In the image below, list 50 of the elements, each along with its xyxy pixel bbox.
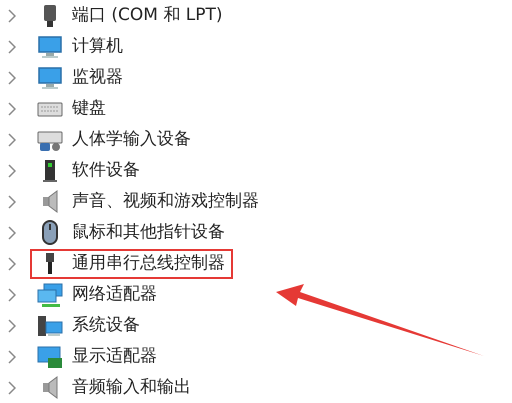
chevron-icon[interactable] [8, 350, 16, 364]
device-row[interactable]: 监视器 [30, 62, 131, 92]
chevron-icon[interactable] [8, 256, 16, 270]
chevron-icon[interactable] [8, 318, 16, 332]
device-icon [42, 220, 58, 245]
device-label: 系统设备 [72, 314, 140, 337]
device-row[interactable]: 软件设备 [30, 156, 148, 186]
device-label: 监视器 [72, 66, 123, 89]
chevron-icon[interactable] [8, 380, 16, 394]
device-label: 显示适配器 [72, 344, 157, 368]
device-row[interactable]: 键盘 [30, 94, 114, 124]
device-label: 软件设备 [72, 158, 140, 182]
device-label: 计算机 [72, 34, 123, 58]
device-row[interactable]: 人体学输入设备 [30, 124, 199, 154]
device-label: 端口 (COM 和 LPT) [72, 4, 223, 27]
device-row[interactable]: 鼠标和其他指针设备 [30, 218, 233, 248]
device-row[interactable]: 端口 (COM 和 LPT) [30, 0, 231, 30]
device-icon [42, 376, 58, 399]
chevron-icon[interactable] [8, 164, 16, 178]
chevron-icon[interactable] [8, 226, 16, 240]
device-icon [37, 282, 63, 306]
device-icon [43, 4, 57, 28]
device-row[interactable]: 声音、视频和游戏控制器 [30, 186, 267, 216]
chevron-icon[interactable] [8, 102, 16, 116]
device-label: 音频输入和输出 [72, 376, 191, 399]
device-label: 网络适配器 [72, 282, 157, 306]
device-row[interactable]: 显示适配器 [30, 342, 165, 372]
device-label: 键盘 [72, 96, 106, 120]
chevron-icon[interactable] [8, 70, 16, 84]
device-row[interactable]: 音频输入和输出 [30, 372, 199, 402]
device-label: 鼠标和其他指针设备 [72, 220, 225, 244]
device-icon [42, 190, 58, 213]
device-label: 声音、视频和游戏控制器 [72, 190, 259, 213]
device-icon [37, 344, 63, 368]
device-row[interactable]: 系统设备 [30, 310, 148, 340]
device-icon [42, 158, 58, 182]
device-row[interactable]: 网络适配器 [30, 280, 165, 310]
device-icon [37, 34, 63, 58]
chevron-icon[interactable] [8, 132, 16, 146]
chevron-icon[interactable] [8, 8, 16, 22]
device-row[interactable]: 计算机 [30, 32, 131, 62]
chevron-icon[interactable] [8, 40, 16, 54]
chevron-icon[interactable] [8, 194, 16, 208]
device-label: 通用串行总线控制器 [72, 252, 225, 275]
chevron-icon[interactable] [8, 288, 16, 302]
device-icon [45, 252, 55, 275]
device-row[interactable]: 通用串行总线控制器 [30, 248, 233, 278]
device-label: 人体学输入设备 [72, 128, 191, 151]
device-icon [37, 314, 63, 338]
device-icon [37, 66, 63, 90]
